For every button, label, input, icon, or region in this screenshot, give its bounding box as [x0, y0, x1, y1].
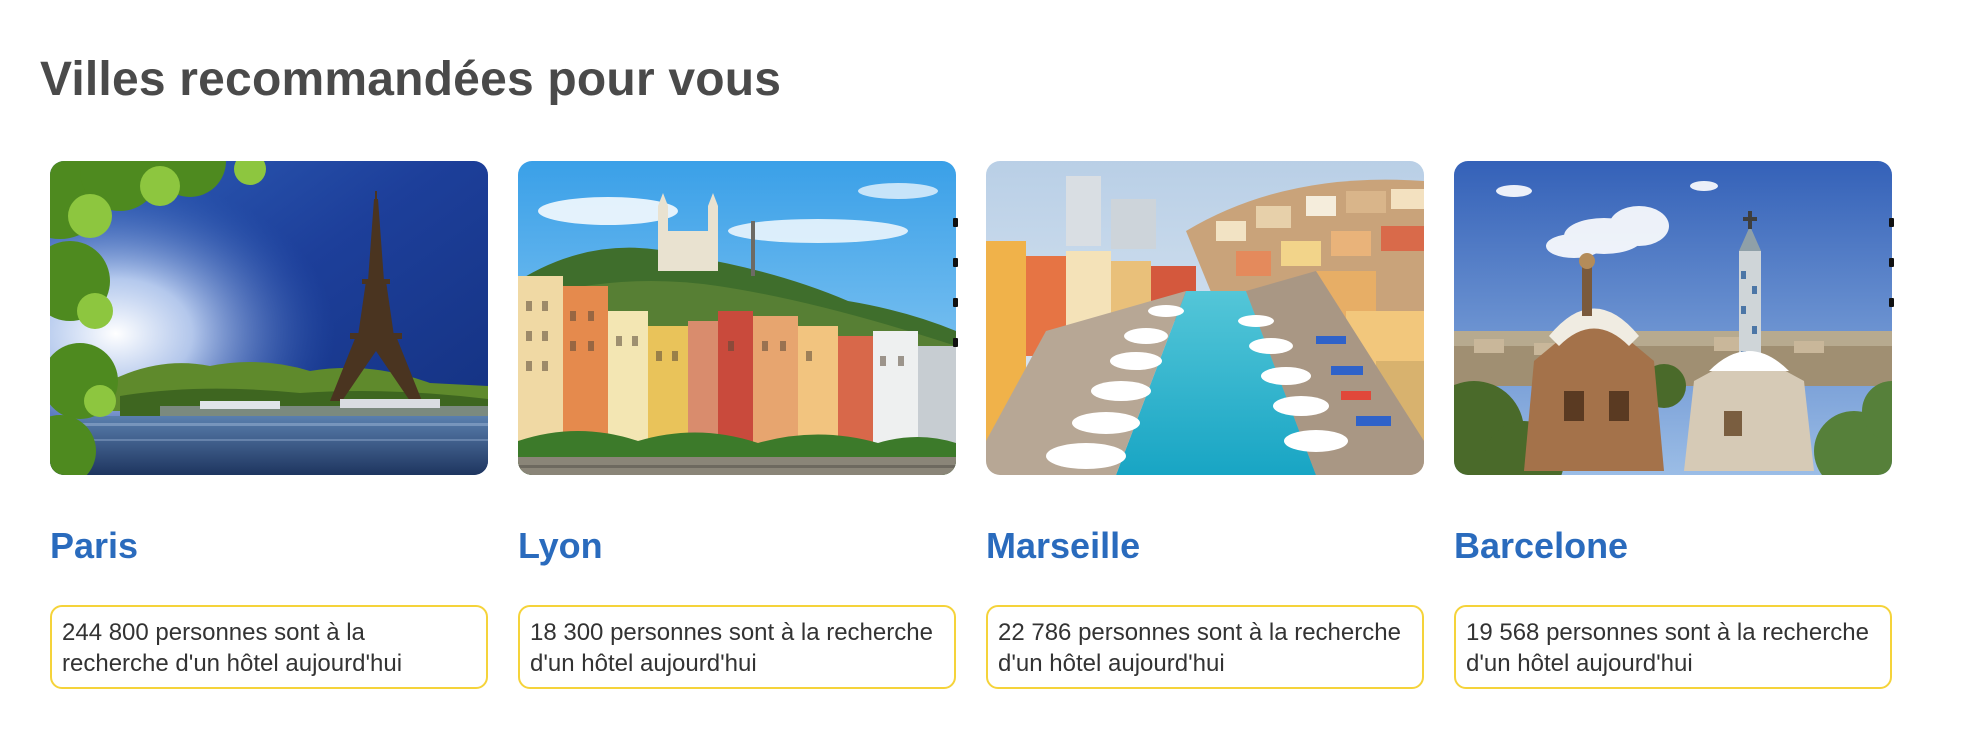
city-image-paris[interactable]	[50, 161, 488, 475]
city-card-paris[interactable]: Paris 244 800 personnes sont à la recher…	[50, 161, 488, 689]
city-name[interactable]: Marseille	[986, 525, 1424, 567]
search-count-info: 18 300 personnes sont à la recherche d'u…	[518, 605, 956, 689]
city-name[interactable]: Paris	[50, 525, 488, 567]
city-card-marseille[interactable]: Marseille 22 786 personnes sont à la rec…	[986, 161, 1424, 689]
section-title: Villes recommandées pour vous	[40, 53, 782, 106]
eiffel-tower-photo	[50, 161, 488, 475]
recommended-cities-section: Villes recommandées pour vous Paris 244 …	[0, 0, 1964, 730]
city-card-barcelone[interactable]: Barcelone 19 568 personnes sont à la rec…	[1454, 161, 1892, 689]
city-image-barcelone[interactable]	[1454, 161, 1892, 475]
lyon-riverside-photo	[518, 161, 956, 475]
search-count-info: 22 786 personnes sont à la recherche d'u…	[986, 605, 1424, 689]
search-count-info: 19 568 personnes sont à la recherche d'u…	[1454, 605, 1892, 689]
search-count-info: 244 800 personnes sont à la recherche d'…	[50, 605, 488, 689]
city-name[interactable]: Barcelone	[1454, 525, 1892, 567]
city-image-marseille[interactable]	[986, 161, 1424, 475]
city-card-list: Paris 244 800 personnes sont à la recher…	[50, 161, 1892, 689]
barcelona-park-guell-photo	[1454, 161, 1892, 475]
city-card-lyon[interactable]: Lyon 18 300 personnes sont à la recherch…	[518, 161, 956, 689]
image-edge-marks	[1889, 218, 1894, 338]
marseille-harbor-photo	[986, 161, 1424, 475]
city-image-lyon[interactable]	[518, 161, 956, 475]
city-name[interactable]: Lyon	[518, 525, 956, 567]
image-edge-marks	[953, 218, 958, 378]
